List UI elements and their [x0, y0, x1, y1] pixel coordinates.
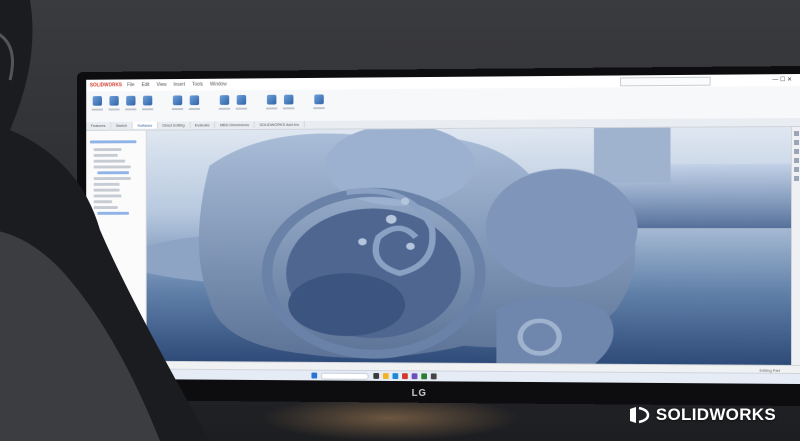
graphics-area[interactable] [146, 127, 793, 366]
resources-icon[interactable] [793, 131, 799, 137]
pattern-icon [219, 95, 230, 105]
plane-icon [266, 94, 277, 105]
shell-button[interactable] [234, 93, 249, 116]
ds-logo-icon [629, 406, 650, 424]
taskbar-search[interactable] [320, 372, 369, 380]
reference-geometry-button[interactable] [264, 93, 279, 116]
file-explorer-icon[interactable] [793, 149, 799, 155]
terminal-icon[interactable] [430, 373, 437, 380]
custom-properties-icon[interactable] [793, 176, 799, 182]
view-palette-icon[interactable] [793, 158, 799, 164]
app-icon[interactable] [421, 373, 428, 380]
solidworks-taskbar-icon[interactable] [402, 373, 408, 380]
person-silhouette [0, 0, 210, 441]
windows-start-icon[interactable] [311, 372, 318, 379]
tab-add-ins[interactable]: SOLIDWORKS Add-Ins [254, 120, 305, 129]
pattern-button[interactable] [217, 93, 232, 116]
instant3d-icon [314, 94, 324, 105]
instant3d-button[interactable] [311, 92, 326, 116]
edge-icon[interactable] [392, 373, 399, 380]
scanned-mesh-model [146, 127, 793, 366]
appearances-icon[interactable] [793, 167, 799, 173]
menu-window[interactable]: Window [210, 82, 227, 88]
file-explorer-taskbar-icon[interactable] [382, 373, 389, 380]
window-controls[interactable]: — ☐ ✕ [772, 76, 792, 83]
curve-icon [283, 94, 294, 105]
watermark-text: SOLIDWORKS [655, 405, 776, 424]
design-library-icon[interactable] [793, 140, 799, 146]
task-view-icon[interactable] [373, 373, 380, 379]
teams-icon[interactable] [411, 373, 418, 380]
task-pane-strip [791, 127, 800, 366]
search-input[interactable] [620, 76, 711, 87]
curves-button[interactable] [281, 93, 296, 116]
solidworks-watermark: SOLIDWORKS [628, 405, 776, 425]
shell-icon [236, 95, 247, 105]
lg-logo: LG [411, 387, 427, 399]
tab-mbd-dimensions[interactable]: MBD Dimensions [215, 121, 255, 129]
